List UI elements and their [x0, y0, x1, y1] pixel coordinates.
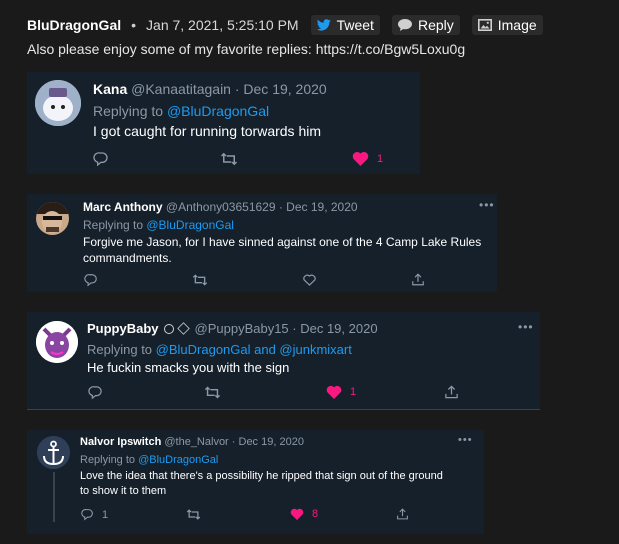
replying-prefix: Replying to: [87, 342, 156, 357]
reply-text-line: commandments.: [83, 251, 172, 265]
retweet-icon: [220, 152, 238, 166]
like-count: 8: [312, 508, 319, 520]
separator-dot: •: [131, 17, 137, 33]
replying-prefix: Replying to: [93, 103, 167, 119]
retweet-action[interactable]: [192, 273, 208, 287]
speech-bubble-icon: [397, 19, 412, 31]
tweet-date[interactable]: Jan 7, 2021, 5:25:10 PM: [146, 17, 299, 33]
like-count: 1: [350, 386, 357, 398]
heart-outline-icon: [303, 274, 316, 286]
comment-icon: [93, 152, 108, 167]
reply-handle[interactable]: @PuppyBaby15 · Dec 19, 2020: [195, 321, 378, 336]
reply-button-label: Reply: [417, 17, 454, 33]
reply-card-nalvor-ipswitch[interactable]: Nalvor Ipswitch @the_Nalvor · Dec 19, 20…: [27, 430, 484, 534]
avatar[interactable]: [36, 321, 78, 363]
replying-to: Replying to @BluDragonGal: [83, 218, 234, 232]
replying-to: Replying to @BluDragonGal: [80, 454, 218, 466]
reply-action[interactable]: [93, 151, 109, 167]
retweet-icon: [204, 386, 221, 399]
reply-card-marc-anthony[interactable]: Marc Anthony @Anthony03651629 · Dec 19, …: [27, 194, 497, 292]
comment-icon: [88, 386, 102, 400]
tweet-button-label: Tweet: [336, 17, 374, 33]
retweet-icon: [186, 509, 201, 520]
reply-action[interactable]: [88, 385, 103, 400]
comment-icon: [84, 274, 97, 287]
like-action[interactable]: 1: [352, 151, 383, 166]
replying-to: Replying to @BluDragonGal and @junkmixar…: [87, 342, 352, 357]
reply-author-name[interactable]: Marc Anthony: [83, 200, 163, 214]
image-button-label: Image: [497, 17, 537, 33]
replying-prefix: Replying to: [80, 454, 139, 466]
reply-card-kana[interactable]: Kana @Kanaatitagain · Dec 19, 2020 Reply…: [27, 72, 420, 174]
verified-badge-icon: [163, 323, 174, 334]
heart-icon: [326, 385, 342, 399]
avatar[interactable]: [36, 202, 69, 235]
replying-to-link[interactable]: @BluDragonGal: [146, 218, 234, 232]
share-icon: [397, 508, 408, 520]
tweet-button[interactable]: Tweet: [310, 15, 380, 35]
replying-to-link[interactable]: @BluDragonGal: [167, 103, 269, 119]
twitter-bird-icon: [316, 19, 331, 31]
more-options-icon[interactable]: •••: [518, 320, 534, 334]
reply-action[interactable]: [84, 273, 98, 287]
reply-text-line: to show it to them: [80, 485, 167, 497]
reply-author-name[interactable]: Kana: [93, 81, 127, 97]
replying-to: Replying to @BluDragonGal: [93, 103, 269, 119]
reply-handle[interactable]: @Anthony03651629 · Dec 19, 2020: [166, 200, 358, 214]
share-action[interactable]: [444, 384, 459, 400]
replying-prefix: Replying to: [83, 218, 147, 232]
retweet-action[interactable]: [204, 385, 221, 400]
reply-action[interactable]: 1: [81, 508, 108, 521]
more-options-icon[interactable]: •••: [458, 434, 473, 446]
pronoun-badge-icon: [176, 322, 190, 335]
share-action[interactable]: [396, 507, 409, 521]
reply-card-puppybaby[interactable]: PuppyBaby @PuppyBaby15 · Dec 19, 2020 ••…: [27, 312, 540, 410]
share-icon: [445, 385, 458, 399]
more-options-icon[interactable]: •••: [479, 198, 495, 212]
reply-text: I got caught for running torwards him: [93, 123, 322, 139]
image-button[interactable]: Image: [471, 15, 543, 35]
heart-icon: [352, 151, 369, 166]
share-icon: [412, 273, 424, 286]
author-name[interactable]: BluDragonGal: [27, 17, 121, 33]
reply-author-name[interactable]: Nalvor Ipswitch: [80, 436, 161, 448]
reply-text: He fuckin smacks you with the sign: [87, 360, 290, 375]
reply-author-name[interactable]: PuppyBaby: [87, 321, 159, 336]
reply-count: 1: [102, 508, 109, 521]
retweet-icon: [192, 274, 208, 286]
avatar[interactable]: [35, 80, 81, 126]
like-action[interactable]: [302, 273, 317, 286]
like-action[interactable]: 8: [290, 508, 318, 520]
like-count: 1: [377, 152, 384, 165]
image-icon: [477, 19, 492, 31]
tweet-text: Also please enjoy some of my favorite re…: [27, 41, 466, 57]
reply-text-line: Love the idea that there's a possibility…: [80, 470, 443, 482]
reply-text-line: Forgive me Jason, for I have sinned agai…: [83, 235, 482, 249]
avatar[interactable]: [37, 436, 70, 469]
reply-handle[interactable]: @Kanaatitagain · Dec 19, 2020: [131, 81, 327, 97]
comment-icon: [81, 509, 93, 521]
retweet-action[interactable]: [220, 151, 238, 167]
share-action[interactable]: [411, 272, 425, 287]
retweet-action[interactable]: [186, 508, 201, 521]
heart-icon: [290, 508, 304, 520]
replying-to-link[interactable]: @BluDragonGal: [138, 454, 218, 466]
tweet-header: BluDragonGal • Jan 7, 2021, 5:25:10 PM T…: [27, 14, 543, 36]
thread-line: [53, 472, 55, 522]
reply-handle[interactable]: @the_Nalvor · Dec 19, 2020: [164, 436, 304, 448]
like-action[interactable]: 1: [326, 385, 356, 399]
reply-button[interactable]: Reply: [391, 15, 460, 35]
replying-to-link[interactable]: @BluDragonGal and @junkmixart: [156, 342, 352, 357]
